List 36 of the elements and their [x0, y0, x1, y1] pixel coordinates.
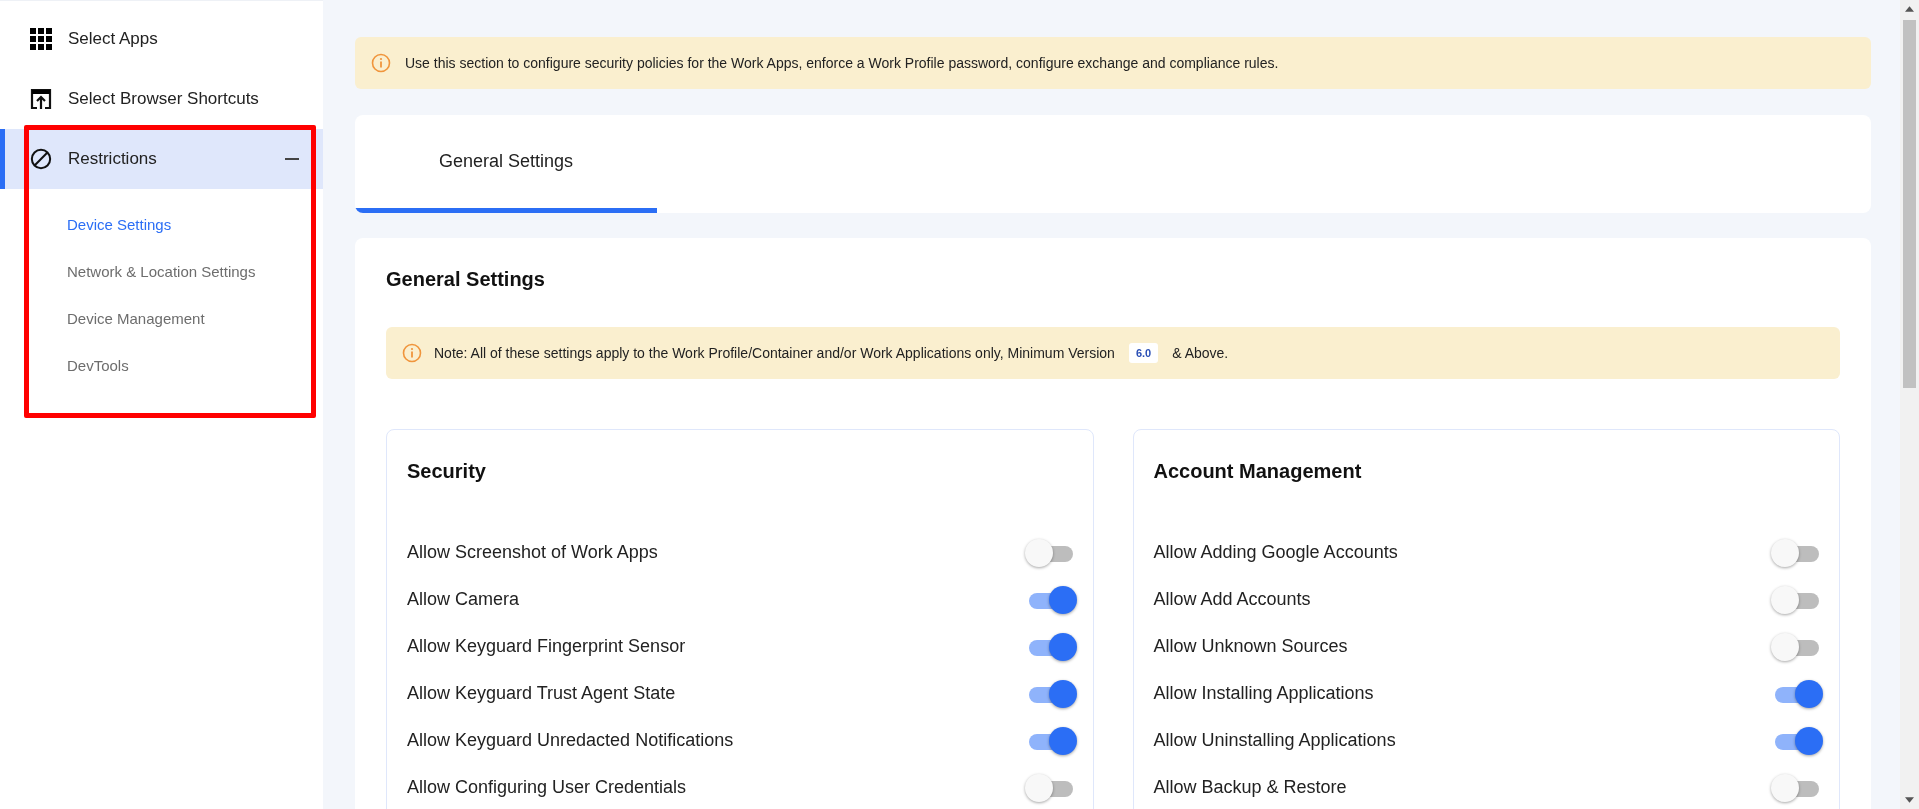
setting-label: Allow Keyguard Fingerprint Sensor	[407, 636, 686, 657]
submenu-item[interactable]: Device Management	[67, 295, 323, 342]
card-title: Account Management	[1153, 460, 1363, 483]
banner-text: Use this section to configure security policies for the Work Apps, enforce a Work Profile password, configure exchange and compliance rules.	[405, 55, 1279, 71]
info-icon	[402, 343, 422, 363]
setting-label: Allow Installing Applications	[1153, 683, 1374, 704]
setting-label: Allow Unknown Sources	[1153, 636, 1348, 657]
setting-label: Allow Keyguard Trust Agent State	[407, 683, 676, 704]
grid-icon	[30, 28, 52, 50]
submenu-item[interactable]: Device Settings	[67, 201, 323, 248]
scrollbar[interactable]	[1900, 0, 1919, 809]
nav-item[interactable]: Restrictions	[0, 129, 323, 189]
setting-label: Allow Backup & Restore	[1153, 777, 1347, 798]
section-title: General Settings	[386, 268, 546, 292]
setting-label: Allow Add Accounts	[1153, 589, 1311, 610]
setting-label: Allow Screenshot of Work Apps	[407, 542, 658, 563]
note-text: Note: All of these settings apply to the Work Profile/Container and/or Work Applications only, Minimum Version	[434, 345, 1115, 361]
block-icon	[30, 148, 52, 170]
submenu-item[interactable]: DevTools	[67, 342, 323, 389]
scroll-down-icon[interactable]	[1905, 797, 1914, 803]
submenu-item[interactable]: Network & Location Settings	[67, 248, 323, 295]
setting-label: Allow Uninstalling Applications	[1153, 730, 1396, 751]
info-icon	[371, 53, 391, 73]
scroll-up-icon[interactable]	[1905, 6, 1914, 12]
tab[interactable]: General Settings	[355, 115, 657, 213]
card-title: Security	[407, 460, 487, 483]
setting-label: Allow Camera	[407, 589, 520, 610]
setting-label: Allow Adding Google Accounts	[1153, 542, 1398, 563]
setting-label: Allow Configuring User Credentials	[407, 777, 687, 798]
setting-label: Allow Keyguard Unredacted Notifications	[407, 730, 734, 751]
note-text: & Above.	[1172, 345, 1229, 361]
nav-item[interactable]: Select Apps	[0, 9, 323, 69]
upload-icon	[30, 88, 52, 110]
nav-item[interactable]: Select Browser Shortcuts	[0, 69, 323, 129]
scrollbar-thumb[interactable]	[1903, 20, 1916, 388]
version-badge: 6.0	[1128, 343, 1159, 363]
